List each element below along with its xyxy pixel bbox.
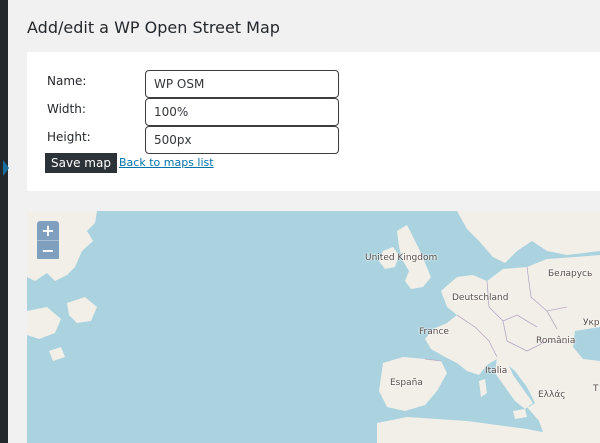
name-input[interactable] xyxy=(145,70,339,98)
back-to-maps-link[interactable]: Back to maps list xyxy=(119,156,214,169)
land-maritimes xyxy=(27,307,61,339)
label-romania: România xyxy=(536,336,576,346)
page-title: Add/edit a WP Open Street Map xyxy=(27,18,280,37)
land-sicily xyxy=(513,409,527,419)
label-france: France xyxy=(419,327,449,337)
land-scandinavia xyxy=(457,211,600,263)
name-label: Name: xyxy=(47,74,87,88)
label-italia: Italia xyxy=(485,366,508,376)
zoom-out-button[interactable]: − xyxy=(37,240,59,260)
label-united-kingdom: United Kingdom xyxy=(365,253,438,263)
zoom-in-button[interactable]: + xyxy=(37,221,59,240)
save-map-button[interactable]: Save map xyxy=(45,153,117,173)
land-europe xyxy=(425,255,600,443)
admin-sidebar-edge xyxy=(0,0,9,443)
label-deutschland: Deutschland xyxy=(452,293,509,303)
map-form-panel: Name: Width: Height: Save map Back to ma… xyxy=(27,52,600,191)
map-tiles xyxy=(27,211,600,443)
land-newfoundland xyxy=(67,297,97,323)
collapse-arrow-icon xyxy=(3,160,9,176)
label-turkey: T xyxy=(593,384,599,394)
label-ukraine: Укр xyxy=(583,318,600,328)
label-espana: España xyxy=(390,378,423,388)
height-input[interactable] xyxy=(145,126,339,154)
land-cape-breton xyxy=(49,347,65,361)
zoom-control: + − xyxy=(37,221,59,261)
label-greece: Ελλάς xyxy=(538,390,566,400)
height-label: Height: xyxy=(47,130,91,144)
width-label: Width: xyxy=(47,102,86,116)
width-input[interactable] xyxy=(145,98,339,126)
label-belarus: Беларусь xyxy=(548,269,593,279)
map-view[interactable]: + − United Kingdom Deutschland Беларусь … xyxy=(27,211,600,443)
